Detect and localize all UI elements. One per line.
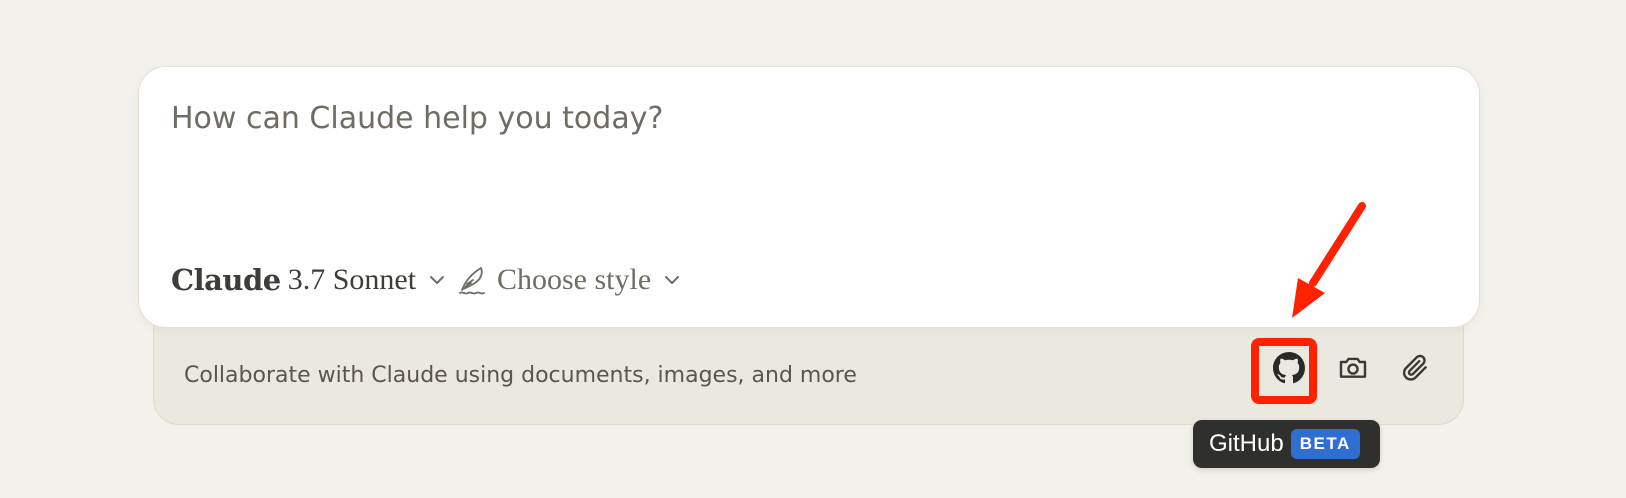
model-name: Claude bbox=[171, 263, 281, 297]
composer-card: Claude 3.7 Sonnet Choose style bbox=[138, 66, 1480, 328]
github-highlight-box bbox=[1251, 338, 1317, 404]
tray-description: Collaborate with Claude using documents,… bbox=[184, 363, 857, 388]
model-version: 3.7 Sonnet bbox=[287, 263, 417, 296]
camera-icon bbox=[1339, 357, 1367, 378]
feather-icon bbox=[459, 267, 485, 295]
screenshot-button[interactable] bbox=[1328, 343, 1378, 393]
beta-badge: BETA bbox=[1290, 429, 1360, 459]
style-selector[interactable]: Choose style bbox=[457, 263, 681, 297]
attach-button[interactable] bbox=[1390, 343, 1440, 393]
style-label: Choose style bbox=[497, 263, 652, 296]
tooltip-title: GitHub bbox=[1209, 430, 1284, 457]
model-selector[interactable]: Claude 3.7 Sonnet bbox=[171, 263, 446, 297]
chevron-down-icon bbox=[665, 276, 680, 284]
paperclip-icon bbox=[1402, 354, 1427, 381]
chevron-down-icon bbox=[430, 276, 445, 284]
prompt-input[interactable] bbox=[171, 101, 1371, 136]
github-tooltip: GitHub BETA bbox=[1193, 420, 1380, 468]
